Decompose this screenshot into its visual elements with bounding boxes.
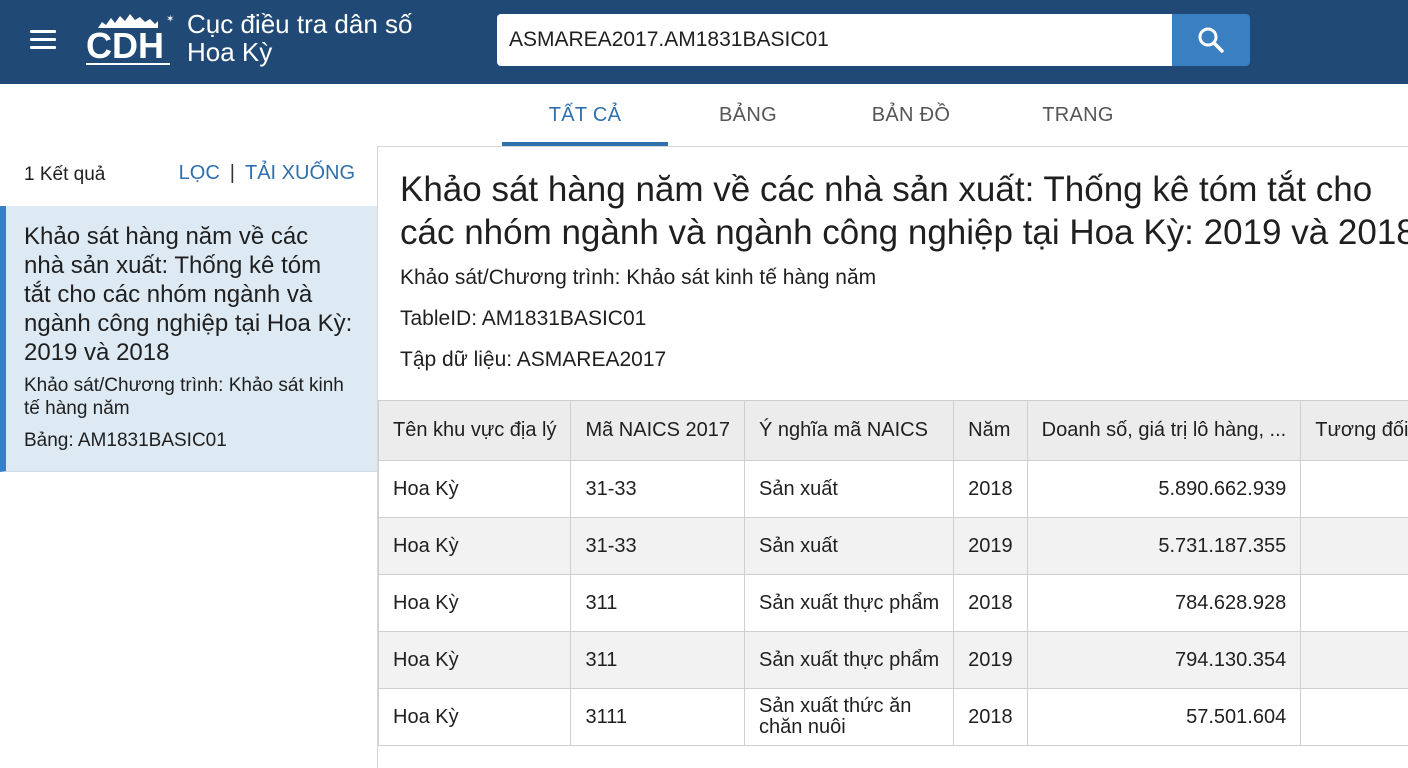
cell-geo: Hoa Kỳ — [378, 574, 572, 632]
cell-relative — [1300, 460, 1408, 518]
cell-year: 2018 — [953, 460, 1028, 518]
cell-naics: 31-33 — [570, 517, 745, 575]
dataset: Tập dữ liệu: ASMAREA2017 — [400, 348, 667, 371]
table-detail: Khảo sát hàng năm về các nhà sản xuất: T… — [378, 146, 1408, 768]
results-sidebar: 1 Kết quả LỌC | TẢI XUỐNG Khảo sát hàng nă… — [0, 146, 378, 768]
cell-relative — [1300, 631, 1408, 689]
column-header-naics[interactable]: Mã NAICS 2017 — [570, 400, 745, 461]
table-id: TableID: AM1831BASIC01 — [400, 307, 647, 330]
tab-maps[interactable]: BẢN ĐỒ — [828, 84, 994, 146]
cell-geo: Hoa Kỳ — [378, 517, 572, 575]
table-row: Hoa Kỳ 311 Sản xuất thực phẩm 2019 794.1… — [378, 631, 1408, 689]
search-button[interactable] — [1172, 14, 1250, 66]
cell-relative — [1300, 517, 1408, 575]
filter-link[interactable]: LỌC — [179, 162, 220, 184]
column-header-sales[interactable]: Doanh số, giá trị lô hàng, ... — [1026, 400, 1302, 461]
brand-line-1: Cục điều tra dân số — [187, 9, 413, 39]
cell-meaning: Sản xuất thực phẩm — [743, 574, 955, 632]
search-input[interactable] — [497, 14, 1172, 66]
cell-value: 57.501.604 — [1026, 688, 1302, 746]
logo-text: CDH — [86, 25, 164, 66]
cell-meaning: Sản xuất thức ăn chăn nuôi — [743, 688, 955, 746]
result-tabs: TẤT CẢ BẢNG BẢN ĐỒ TRANG — [0, 84, 1408, 147]
census-logo[interactable]: ✶ CDH — [84, 8, 176, 72]
search-icon — [1198, 27, 1224, 53]
download-link[interactable]: TẢI XUỐNG — [245, 162, 355, 184]
cell-naics: 311 — [570, 574, 745, 632]
action-separator: | — [229, 162, 235, 184]
cell-naics: 3111 — [570, 688, 745, 746]
cell-value: 794.130.354 — [1026, 631, 1302, 689]
cell-geo: Hoa Kỳ — [378, 460, 572, 518]
cell-year: 2018 — [953, 688, 1028, 746]
page-title-line-2: các nhóm ngành và ngành công nghiệp tại … — [400, 213, 1408, 252]
cell-value: 784.628.928 — [1026, 574, 1302, 632]
tab-tables[interactable]: BẢNG — [668, 84, 828, 146]
svg-text:✶: ✶ — [166, 14, 174, 25]
cell-year: 2019 — [953, 517, 1028, 575]
cell-naics: 31-33 — [570, 460, 745, 518]
table-header-row: Tên khu vực địa lý Mã NAICS 2017 Ý nghĩa… — [378, 400, 1408, 461]
data-table: Tên khu vực địa lý Mã NAICS 2017 Ý nghĩa… — [378, 400, 1408, 746]
cell-value: 5.890.662.939 — [1026, 460, 1302, 518]
column-header-geo[interactable]: Tên khu vực địa lý — [378, 400, 572, 461]
cell-geo: Hoa Kỳ — [378, 631, 572, 689]
result-item[interactable]: Khảo sát hàng năm về các nhà sản xuất: T… — [0, 206, 377, 472]
tab-all[interactable]: TẤT CẢ — [502, 84, 668, 146]
brand-name[interactable]: Cục điều tra dân số Hoa Kỳ — [187, 10, 412, 66]
brand-line-2: Hoa Kỳ — [187, 37, 273, 67]
cell-year: 2018 — [953, 574, 1028, 632]
result-title: Khảo sát hàng năm về các nhà sản xuất: T… — [24, 223, 353, 366]
cell-value: 5.731.187.355 — [1026, 517, 1302, 575]
cell-year: 2019 — [953, 631, 1028, 689]
cell-meaning: Sản xuất — [743, 517, 955, 575]
menu-icon[interactable] — [28, 28, 58, 52]
page-title: Khảo sát hàng năm về các nhà sản xuất: T… — [400, 168, 1408, 254]
cell-meaning: Sản xuất thực phẩm — [743, 631, 955, 689]
tab-pages[interactable]: TRANG — [994, 84, 1162, 146]
cell-relative — [1300, 688, 1408, 746]
column-header-year[interactable]: Năm — [953, 400, 1028, 461]
result-actions: LỌC | TẢI XUỐNG — [179, 162, 355, 185]
table-row: Hoa Kỳ 3111 Sản xuất thức ăn chăn nuôi 2… — [378, 688, 1408, 746]
cell-geo: Hoa Kỳ — [378, 688, 572, 746]
result-survey: Khảo sát/Chương trình: Khảo sát kinh tế … — [24, 375, 344, 419]
result-count: 1 Kết quả — [24, 164, 106, 185]
result-table-id: Bảng: AM1831BASIC01 — [24, 430, 227, 451]
table-row: Hoa Kỳ 31-33 Sản xuất 2018 5.890.662.939 — [378, 460, 1408, 518]
survey-program: Khảo sát/Chương trình: Khảo sát kinh tế … — [400, 266, 877, 289]
table-row: Hoa Kỳ 31-33 Sản xuất 2019 5.731.187.355 — [378, 517, 1408, 575]
page-title-line-1: Khảo sát hàng năm về các nhà sản xuất: T… — [400, 170, 1373, 209]
column-header-meaning[interactable]: Ý nghĩa mã NAICS — [743, 400, 955, 461]
cell-naics: 311 — [570, 631, 745, 689]
top-header: ✶ CDH Cục điều tra dân số Hoa Kỳ — [0, 0, 1408, 84]
column-header-relative[interactable]: Tương đối — [1300, 400, 1408, 461]
cell-meaning: Sản xuất — [743, 460, 955, 518]
table-row: Hoa Kỳ 311 Sản xuất thực phẩm 2018 784.6… — [378, 574, 1408, 632]
cell-relative — [1300, 574, 1408, 632]
